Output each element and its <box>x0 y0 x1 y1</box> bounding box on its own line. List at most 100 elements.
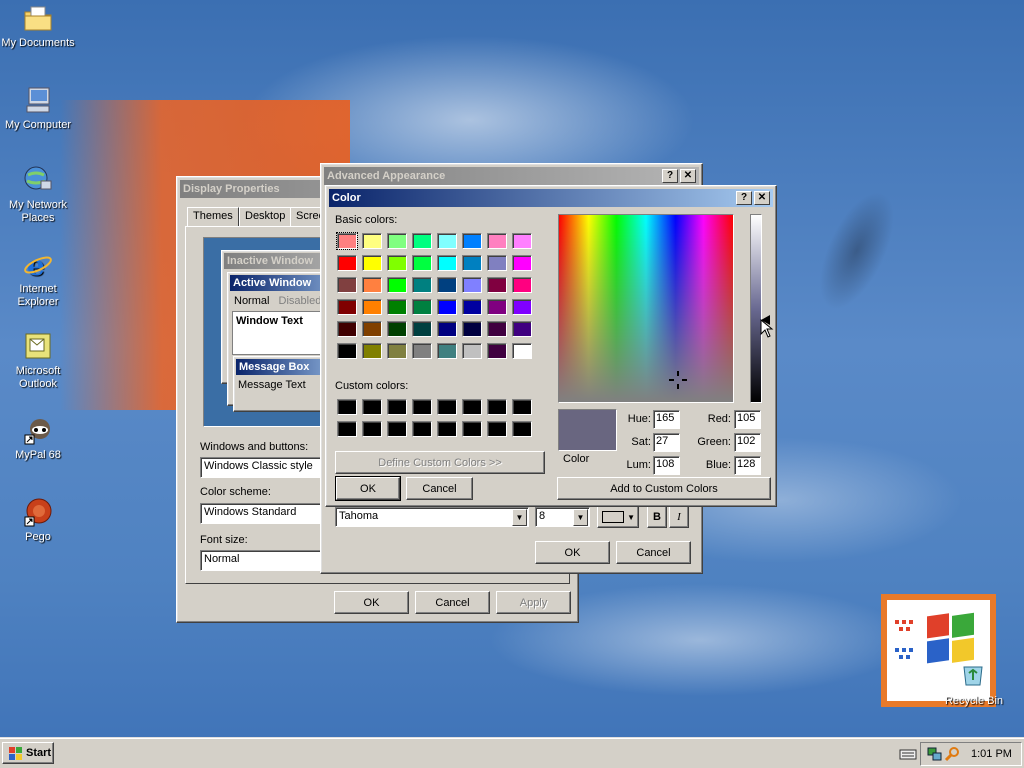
desktop-icon-mypal[interactable]: MyPal 68 <box>0 414 76 462</box>
basic-color-swatch[interactable] <box>437 277 457 293</box>
basic-color-swatch[interactable] <box>362 277 382 293</box>
basic-color-swatch[interactable] <box>487 343 507 359</box>
custom-color-swatch[interactable] <box>412 421 432 437</box>
basic-color-swatch[interactable] <box>462 299 482 315</box>
custom-color-swatch[interactable] <box>437 421 457 437</box>
add-to-custom-colors-button[interactable]: Add to Custom Colors <box>557 477 771 500</box>
clock[interactable]: 1:01 PM <box>971 748 1012 760</box>
hue-input[interactable]: 165 <box>653 410 680 429</box>
basic-color-swatch[interactable] <box>387 343 407 359</box>
custom-color-swatch[interactable] <box>362 399 382 415</box>
basic-color-swatch[interactable] <box>362 255 382 271</box>
color-cancel-button[interactable]: Cancel <box>406 477 473 500</box>
basic-color-swatch[interactable] <box>437 299 457 315</box>
custom-color-swatch[interactable] <box>412 399 432 415</box>
basic-color-swatch[interactable] <box>362 233 382 249</box>
basic-color-swatch[interactable] <box>512 299 532 315</box>
basic-color-swatch[interactable] <box>487 255 507 271</box>
red-input[interactable]: 105 <box>734 410 761 429</box>
color-dialog-titlebar[interactable]: Color ? ✕ <box>329 189 773 207</box>
basic-color-swatch[interactable] <box>336 232 358 250</box>
basic-color-swatch[interactable] <box>437 233 457 249</box>
desktop-icon-pego[interactable]: Pego <box>0 496 76 544</box>
desktop-icon-internet-explorer[interactable]: e Internet Explorer <box>0 248 76 309</box>
basic-color-swatch[interactable] <box>512 233 532 249</box>
desktop-icon-my-documents[interactable]: My Documents <box>0 2 76 50</box>
custom-color-swatch[interactable] <box>337 421 357 437</box>
basic-color-swatch[interactable] <box>512 255 532 271</box>
basic-color-swatch[interactable] <box>362 299 382 315</box>
basic-color-swatch[interactable] <box>462 277 482 293</box>
display-ok-button[interactable]: OK <box>334 591 409 614</box>
basic-color-swatch[interactable] <box>462 255 482 271</box>
custom-color-swatch[interactable] <box>362 421 382 437</box>
basic-color-swatch[interactable] <box>512 277 532 293</box>
help-icon[interactable]: ? <box>736 191 752 205</box>
basic-color-swatch[interactable] <box>337 277 357 293</box>
blue-input[interactable]: 128 <box>734 456 761 475</box>
tab-themes[interactable]: Themes <box>187 207 239 227</box>
luminance-slider[interactable] <box>750 214 762 403</box>
luminance-arrow-icon[interactable] <box>760 314 774 342</box>
display-apply-button[interactable]: Apply <box>496 591 571 614</box>
basic-color-swatch[interactable] <box>437 321 457 337</box>
font-select[interactable]: Tahoma ▼ <box>335 507 529 527</box>
basic-color-swatch[interactable] <box>387 277 407 293</box>
lum-input[interactable]: 108 <box>653 456 680 475</box>
italic-button[interactable]: I <box>669 506 689 528</box>
desktop-icon-network-places[interactable]: My Network Places <box>0 164 76 225</box>
keyboard-icon[interactable] <box>899 747 917 761</box>
basic-color-swatch[interactable] <box>437 255 457 271</box>
font-size-input[interactable]: 8 ▼ <box>535 507 590 527</box>
basic-color-swatch[interactable] <box>487 321 507 337</box>
basic-color-swatch[interactable] <box>387 299 407 315</box>
custom-color-swatch[interactable] <box>387 399 407 415</box>
desktop-icon-recycle-bin[interactable]: Recycle Bin <box>936 695 1012 708</box>
custom-color-swatch[interactable] <box>337 399 357 415</box>
basic-color-swatch[interactable] <box>487 277 507 293</box>
font-color-button[interactable]: ▼ <box>597 506 639 528</box>
green-input[interactable]: 102 <box>734 433 761 452</box>
basic-color-swatch[interactable] <box>412 321 432 337</box>
basic-color-swatch[interactable] <box>412 299 432 315</box>
custom-color-swatch[interactable] <box>512 421 532 437</box>
basic-color-swatch[interactable] <box>437 343 457 359</box>
start-button[interactable]: Start <box>2 742 54 764</box>
advanced-cancel-button[interactable]: Cancel <box>616 541 691 564</box>
tab-desktop[interactable]: Desktop <box>239 207 292 227</box>
color-spectrum[interactable] <box>558 214 734 403</box>
custom-color-swatch[interactable] <box>387 421 407 437</box>
advanced-ok-button[interactable]: OK <box>535 541 610 564</box>
desktop-icon-outlook[interactable]: Microsoft Outlook <box>0 330 76 391</box>
basic-color-swatch[interactable] <box>412 255 432 271</box>
basic-color-swatch[interactable] <box>337 299 357 315</box>
chevron-down-icon[interactable]: ▼ <box>573 509 588 526</box>
basic-color-swatch[interactable] <box>487 299 507 315</box>
basic-color-swatch[interactable] <box>337 343 357 359</box>
basic-color-swatch[interactable] <box>462 343 482 359</box>
network-tray-icon[interactable] <box>926 746 942 762</box>
basic-color-swatch[interactable] <box>362 321 382 337</box>
custom-color-swatch[interactable] <box>462 421 482 437</box>
custom-color-swatch[interactable] <box>487 399 507 415</box>
close-icon[interactable]: ✕ <box>754 191 770 205</box>
define-custom-colors-button[interactable]: Define Custom Colors >> <box>335 451 545 474</box>
custom-color-swatch[interactable] <box>437 399 457 415</box>
basic-color-swatch[interactable] <box>337 255 357 271</box>
search-tray-icon[interactable] <box>944 746 960 762</box>
color-ok-button[interactable]: OK <box>335 476 401 501</box>
basic-color-swatch[interactable] <box>412 343 432 359</box>
basic-color-swatch[interactable] <box>412 277 432 293</box>
desktop-icon-my-computer[interactable]: My Computer <box>0 84 76 132</box>
advanced-appearance-titlebar[interactable]: Advanced Appearance ? ✕ <box>324 167 699 185</box>
basic-color-swatch[interactable] <box>412 233 432 249</box>
basic-color-swatch[interactable] <box>387 255 407 271</box>
custom-color-swatch[interactable] <box>487 421 507 437</box>
help-icon[interactable]: ? <box>662 169 678 183</box>
close-icon[interactable]: ✕ <box>680 169 696 183</box>
display-cancel-button[interactable]: Cancel <box>415 591 490 614</box>
basic-color-swatch[interactable] <box>512 321 532 337</box>
basic-color-swatch[interactable] <box>512 343 532 359</box>
custom-color-swatch[interactable] <box>462 399 482 415</box>
basic-color-swatch[interactable] <box>462 321 482 337</box>
